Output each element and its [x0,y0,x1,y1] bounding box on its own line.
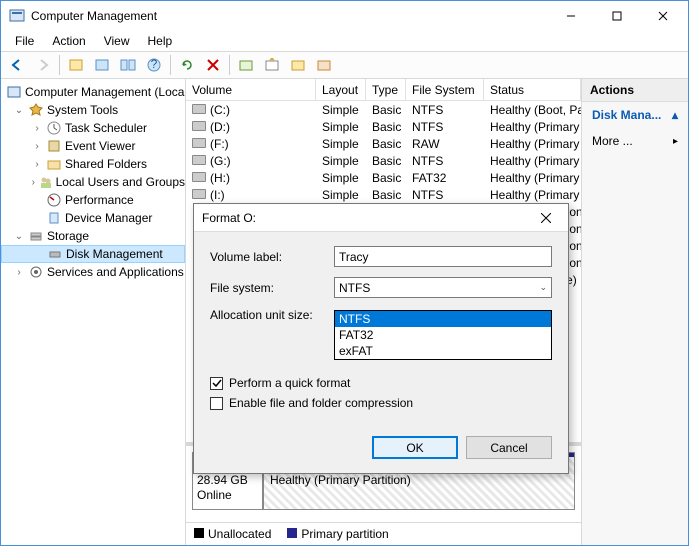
tree-event-viewer[interactable]: ›Event Viewer [1,137,185,155]
actions-pane: Actions Disk Mana...▴ More ...▸ [582,79,688,545]
allocation-size-label: Allocation unit size: [210,308,334,322]
table-row[interactable]: (F:)SimpleBasicRAWHealthy (Primary Parti… [186,135,581,152]
quick-format-checkbox[interactable]: Perform a quick format [210,376,552,390]
table-row[interactable]: (H:)SimpleBasicFAT32Healthy (Primary Par… [186,169,581,186]
file-system-dropdown: NTFS FAT32 exFAT [334,310,552,360]
tree-local-users[interactable]: ›Local Users and Groups [1,173,185,191]
option-fat32[interactable]: FAT32 [335,327,551,343]
menu-view[interactable]: View [96,32,138,50]
svg-text:?: ? [151,58,158,71]
menu-file[interactable]: File [7,32,42,50]
tree-storage[interactable]: ⌄Storage [1,227,185,245]
toolbar-icon-1[interactable] [64,54,88,76]
toolbar: ? [1,51,688,79]
format-dialog: Format O: Volume label: File system: NTF… [193,203,569,474]
collapse-icon: ▴ [672,108,678,122]
table-row[interactable]: (D:)SimpleBasicNTFSHealthy (Primary Part… [186,118,581,135]
table-row[interactable]: (I:)SimpleBasicNTFSHealthy (Primary Part… [186,186,581,203]
ok-button[interactable]: OK [372,436,458,459]
file-system-select[interactable]: NTFS ⌄ [334,277,552,298]
chevron-right-icon: ▸ [673,136,678,147]
volume-label-input[interactable] [334,246,552,267]
col-fs[interactable]: File System [406,79,484,100]
col-layout[interactable]: Layout [316,79,366,100]
dialog-title: Format O: [202,211,532,225]
tree-services[interactable]: ›Services and Applications [1,263,185,281]
menu-action[interactable]: Action [44,32,93,50]
minimize-button[interactable] [548,1,594,31]
maximize-button[interactable] [594,1,640,31]
refresh-icon[interactable] [175,54,199,76]
toolbar-icon-2[interactable] [90,54,114,76]
tree-device-manager[interactable]: Device Manager [1,209,185,227]
toolbar-icon-7[interactable] [312,54,336,76]
file-system-label: File system: [210,281,334,295]
table-row[interactable]: (C:)SimpleBasicNTFSHealthy (Boot, Page F… [186,101,581,118]
back-button[interactable] [5,54,29,76]
compression-checkbox[interactable]: Enable file and folder compression [210,396,552,410]
chevron-down-icon: ⌄ [539,282,547,293]
dialog-close-button[interactable] [532,204,560,232]
tree-root[interactable]: Computer Management (Local) [1,83,185,101]
cancel-button[interactable]: Cancel [466,436,552,459]
actions-disk-mgmt[interactable]: Disk Mana...▴ [582,102,688,128]
col-volume[interactable]: Volume [186,79,316,100]
tree-shared-folders[interactable]: ›Shared Folders [1,155,185,173]
tree-performance[interactable]: Performance [1,191,185,209]
tree-root-label: Computer Management (Local) [25,85,186,99]
close-button[interactable] [640,1,686,31]
legend: Unallocated Primary partition [186,522,581,545]
tree-pane: Computer Management (Local) ⌄System Tool… [1,79,186,545]
col-status[interactable]: Status [484,79,581,100]
table-row[interactable]: (G:)SimpleBasicNTFSHealthy (Primary Part… [186,152,581,169]
delete-icon[interactable] [201,54,225,76]
option-exfat[interactable]: exFAT [335,343,551,359]
toolbar-icon-6[interactable] [286,54,310,76]
window-titlebar: Computer Management [1,1,688,31]
menubar: File Action View Help [1,31,688,51]
tree-disk-management[interactable]: Disk Management [1,245,185,263]
forward-button[interactable] [31,54,55,76]
tree-task-scheduler[interactable]: ›Task Scheduler [1,119,185,137]
col-type[interactable]: Type [366,79,406,100]
help-icon[interactable]: ? [142,54,166,76]
toolbar-icon-5[interactable] [260,54,284,76]
app-icon [9,8,25,24]
volume-label-label: Volume label: [210,250,334,264]
actions-title: Actions [582,79,688,102]
toolbar-icon-4[interactable] [234,54,258,76]
window-title: Computer Management [31,9,548,23]
option-ntfs[interactable]: NTFS [335,311,551,327]
tree-system-tools[interactable]: ⌄System Tools [1,101,185,119]
actions-more[interactable]: More ...▸ [582,128,688,154]
toolbar-icon-3[interactable] [116,54,140,76]
menu-help[interactable]: Help [140,32,181,50]
